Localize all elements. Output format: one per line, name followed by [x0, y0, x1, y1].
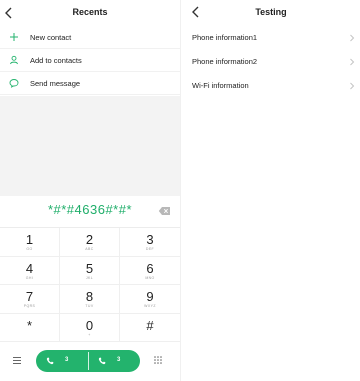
key-8[interactable]: 8 TUV: [60, 285, 120, 314]
key-0[interactable]: 0 +: [60, 313, 120, 342]
key-letters: GO: [26, 247, 33, 251]
key-digit: 7: [25, 289, 34, 304]
key-2[interactable]: 2 ABC: [60, 228, 120, 257]
testing-header: Testing: [181, 0, 360, 26]
dialer-bottom-bar: 3 3: [0, 342, 180, 381]
menu-icon[interactable]: [12, 356, 22, 365]
dialer-panel: Recents New contact Add to contacts Send…: [0, 0, 180, 381]
new-contact-label: New contact: [30, 33, 72, 42]
add-to-contacts-item[interactable]: Add to contacts: [0, 49, 180, 72]
sim-number: 3: [117, 357, 121, 363]
backspace-icon[interactable]: [158, 206, 171, 216]
page-title: Recents: [72, 7, 108, 17]
key-letters: ABC: [85, 247, 94, 251]
key-hash[interactable]: #: [120, 313, 180, 342]
call-sim2-button[interactable]: 3: [88, 350, 140, 372]
key-digit: 3: [146, 232, 154, 247]
send-message-label: Send message: [30, 79, 81, 88]
dialer-header: Recents: [0, 0, 180, 26]
key-letters: MNO: [145, 275, 155, 280]
page-title: Testing: [255, 7, 287, 17]
plus-icon: [9, 32, 19, 42]
new-contact-item[interactable]: New contact: [0, 26, 180, 49]
testing-list: Phone information1 Phone information2 Wi…: [181, 26, 360, 98]
key-letters: DEF: [145, 247, 155, 251]
item-label: Phone information1: [192, 33, 258, 42]
chevron-right-icon: [349, 58, 355, 66]
key-digit: 8: [85, 289, 94, 304]
key-digit: 6: [146, 260, 154, 276]
send-message-item[interactable]: Send message: [0, 72, 180, 95]
wifi-information-item[interactable]: Wi-Fi information: [181, 74, 360, 98]
key-digit: #: [146, 317, 154, 333]
testing-panel: Testing Phone information1 Phone informa…: [180, 0, 360, 381]
call-buttons: 3 3: [36, 350, 140, 372]
key-digit: *: [26, 317, 33, 333]
person-icon: [9, 55, 19, 65]
key-letters: WXYZ: [144, 304, 156, 308]
key-5[interactable]: 5 JKL: [60, 256, 120, 285]
key-digit: 0: [85, 317, 94, 333]
key-digit: 4: [25, 260, 34, 276]
key-letters: JKL: [85, 275, 94, 280]
message-icon: [9, 78, 19, 88]
key-digit: 1: [25, 232, 34, 247]
key-4[interactable]: 4 GHI: [0, 256, 60, 285]
dialpad-icon[interactable]: [153, 355, 163, 365]
sim-number: 3: [65, 357, 69, 363]
key-letters: PQRS: [23, 304, 36, 308]
key-1[interactable]: 1 GO: [0, 228, 60, 257]
key-letters: GHI: [25, 275, 34, 280]
item-label: Phone information2: [192, 57, 258, 66]
chevron-right-icon: [349, 34, 355, 42]
key-digit: 5: [85, 260, 94, 276]
dial-input[interactable]: *#*#4636#*#*: [0, 202, 180, 217]
phone-icon: [98, 357, 106, 365]
key-7[interactable]: 7 PQRS: [0, 285, 60, 314]
key-letters: +: [88, 332, 91, 337]
key-digit: 9: [146, 289, 154, 304]
key-digit: 2: [85, 232, 94, 247]
item-label: Wi-Fi information: [192, 81, 249, 90]
phone-information1-item[interactable]: Phone information1: [181, 26, 360, 50]
key-6[interactable]: 6 MNO: [120, 256, 180, 285]
recents-empty-area: [0, 96, 180, 196]
keypad: 1 GO 2 ABC 3 DEF 4 GHI 5 JKL 6 MNO 7 PQRS 8 TUV …: [0, 228, 180, 342]
key-3[interactable]: 3 DEF: [120, 228, 180, 257]
recents-menu: New contact Add to contacts Send message: [0, 26, 180, 95]
add-to-contacts-label: Add to contacts: [30, 56, 82, 65]
phone-information2-item[interactable]: Phone information2: [181, 50, 360, 74]
phone-icon: [46, 357, 54, 365]
key-star[interactable]: *: [0, 313, 60, 342]
key-9[interactable]: 9 WXYZ: [120, 285, 180, 314]
chevron-right-icon: [349, 82, 355, 90]
key-letters: TUV: [85, 304, 94, 308]
call-sim1-button[interactable]: 3: [36, 350, 88, 372]
dial-display: *#*#4636#*#*: [0, 196, 180, 228]
